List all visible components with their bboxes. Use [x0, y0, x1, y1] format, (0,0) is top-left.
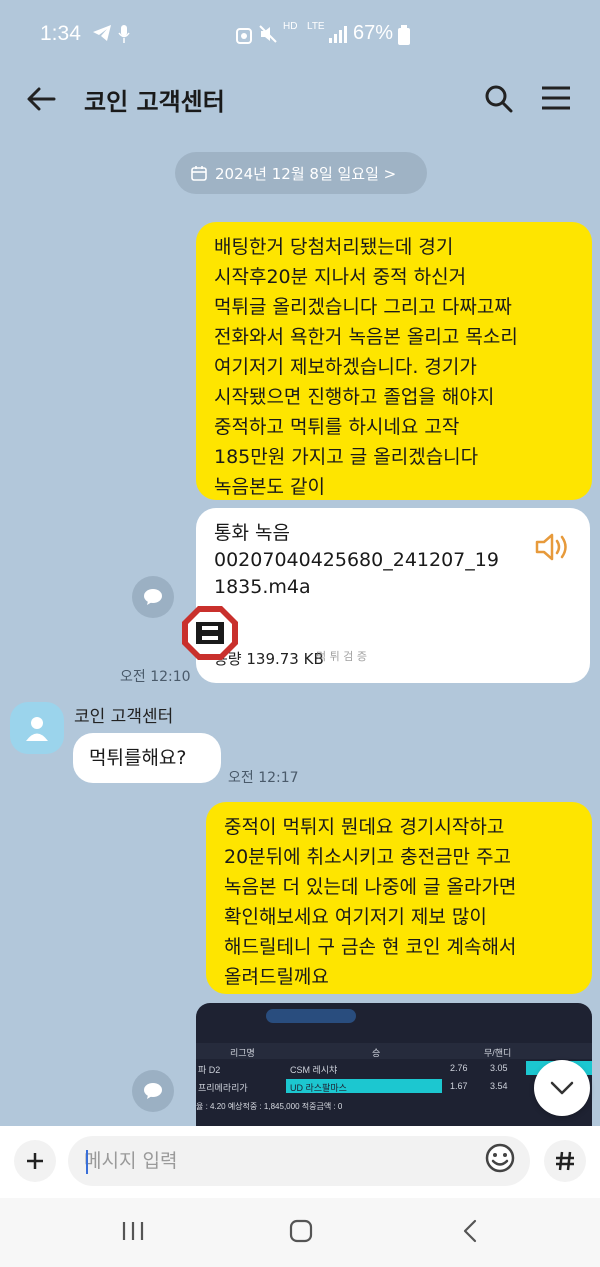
- message-line: 올려드릴께요: [224, 966, 329, 988]
- message-line: 여기저기 제보하겠습니다. 경기가: [214, 356, 477, 378]
- home-icon[interactable]: [288, 1218, 314, 1244]
- message-text: 먹튀를해요?: [89, 747, 187, 769]
- message-line: 전화와서 욕한거 녹음본 올리고 목소리: [214, 326, 518, 348]
- file-name-line: 00207040425680_241207_19: [214, 549, 499, 571]
- chevron-down-icon: [550, 1081, 574, 1095]
- image-cell: 2.76: [450, 1063, 468, 1073]
- scroll-down-button[interactable]: [534, 1060, 590, 1116]
- image-table-row: 파 D2 CSM 레시챠 2.76 3.05: [196, 1061, 592, 1077]
- menu-icon[interactable]: [540, 84, 572, 112]
- image-col-league: 리그명: [230, 1048, 255, 1058]
- image-cell: 1.67: [450, 1081, 468, 1091]
- back-nav-icon[interactable]: [458, 1218, 484, 1244]
- message-line: 중적이 먹튀지 뭔데요 경기시작하고: [224, 816, 505, 838]
- watermark-subtext: 먹 튀 검 증: [316, 650, 367, 663]
- image-col-win: 승: [372, 1048, 381, 1058]
- message-time: 오전 12:10: [120, 669, 191, 685]
- message-line: 185만원 가지고 글 올리겠습니다: [214, 446, 479, 468]
- their-message-bubble[interactable]: 먹튀를해요?: [73, 733, 221, 783]
- image-cell: 3.05: [490, 1063, 508, 1073]
- text-cursor: [86, 1150, 88, 1174]
- share-button[interactable]: [132, 576, 174, 618]
- message-line: 시작됐으면 진행하고 졸업을 해야지: [214, 386, 495, 408]
- recent-apps-icon[interactable]: [120, 1218, 146, 1244]
- speech-bubble-icon: [144, 589, 162, 605]
- image-table-row: 프리메라리가 UD 라스팔마스 1.67 3.54: [196, 1079, 592, 1095]
- hd-voice-label: HD: [283, 21, 298, 32]
- back-arrow-icon[interactable]: [24, 82, 58, 116]
- emoji-icon[interactable]: [484, 1142, 516, 1174]
- calendar-icon: [191, 166, 207, 181]
- my-message-bubble[interactable]: 중적이 먹튀지 뭔데요 경기시작하고 20분뒤에 취소시키고 충전금만 주고 녹…: [206, 802, 592, 994]
- battery-level: 67%: [353, 22, 394, 44]
- image-cell: UD 라스팔마스: [290, 1083, 347, 1093]
- chat-title: 코인 고객센터: [84, 88, 225, 116]
- microphone-icon: [118, 25, 130, 43]
- date-text: 2024년 12월 8일 일요일 >: [215, 164, 397, 183]
- status-time: 1:34: [40, 22, 81, 45]
- message-line: 시작후20분 지나서 중적 하신거: [214, 266, 467, 288]
- battery-icon: [398, 25, 410, 45]
- image-message[interactable]: 리그명 승 무/핸디 파 D2 CSM 레시챠 2.76 3.05 프리메라리가…: [196, 1003, 592, 1127]
- message-input[interactable]: [68, 1136, 530, 1186]
- image-cell: 파 D2: [198, 1065, 221, 1075]
- image-summary: 율 : 4.20 예상적중 : 1,845,000 적중금액 : 0: [196, 1102, 343, 1111]
- attach-button[interactable]: [14, 1140, 56, 1182]
- signal-icon: [329, 26, 347, 43]
- file-name-line: 1835.m4a: [214, 576, 311, 598]
- message-line: 먹튀글 올리겠습니다 그리고 다짜고짜: [214, 296, 512, 318]
- message-line: 중적하고 먹튀를 하시네요 고작: [214, 416, 460, 438]
- image-col-draw: 무/핸디: [484, 1048, 512, 1058]
- mute-icon: [259, 25, 277, 43]
- message-time: 오전 12:17: [228, 770, 299, 786]
- plus-icon: [27, 1153, 43, 1169]
- chat-header: 코인 고객센터: [0, 70, 600, 128]
- message-line: 해드릴테니 구 금손 현 코인 계속해서: [224, 936, 517, 958]
- telegram-icon: [93, 25, 111, 41]
- message-input-bar: [0, 1126, 600, 1198]
- file-title: 통화 녹음: [214, 522, 290, 544]
- speaker-icon: [535, 533, 567, 561]
- sender-name: 코인 고객센터: [74, 707, 174, 727]
- image-cell: 3.54: [490, 1081, 508, 1091]
- system-nav-bar: [0, 1198, 600, 1267]
- image-table-header: 리그명 승 무/핸디: [196, 1043, 592, 1059]
- share-button[interactable]: [132, 1070, 174, 1112]
- blurred-region: [266, 1009, 356, 1023]
- avatar[interactable]: [10, 702, 64, 754]
- image-cell: 프리메라리가: [198, 1083, 248, 1093]
- message-line: 녹음본도 같이: [214, 476, 325, 498]
- alarm-icon: [236, 28, 252, 44]
- audio-file-message[interactable]: 통화 녹음 00207040425680_241207_19 1835.m4a …: [196, 508, 590, 683]
- date-divider[interactable]: 2024년 12월 8일 일요일 >: [175, 152, 427, 194]
- lte-label: LTE: [307, 21, 325, 32]
- message-line: 녹음본 더 있는데 나중에 글 올라가면: [224, 876, 517, 898]
- speech-bubble-icon: [144, 1083, 162, 1099]
- message-line: 배팅한거 당첨처리됐는데 경기: [214, 236, 454, 258]
- status-bar: 1:34 HD LTE 67%: [0, 0, 600, 70]
- watermark-logo-icon: [182, 606, 238, 660]
- message-line: 20분뒤에 취소시키고 충전금만 주고: [224, 846, 512, 868]
- person-icon: [26, 717, 48, 741]
- my-message-bubble[interactable]: 배팅한거 당첨처리됐는데 경기 시작후20분 지나서 중적 하신거 먹튀글 올리…: [196, 222, 592, 500]
- message-line: 확인해보세요 여기저기 제보 많이: [224, 906, 487, 928]
- image-cell: CSM 레시챠: [290, 1065, 338, 1075]
- hashtag-button[interactable]: [544, 1140, 586, 1182]
- search-icon[interactable]: [484, 84, 514, 114]
- hashtag-icon: [556, 1151, 574, 1171]
